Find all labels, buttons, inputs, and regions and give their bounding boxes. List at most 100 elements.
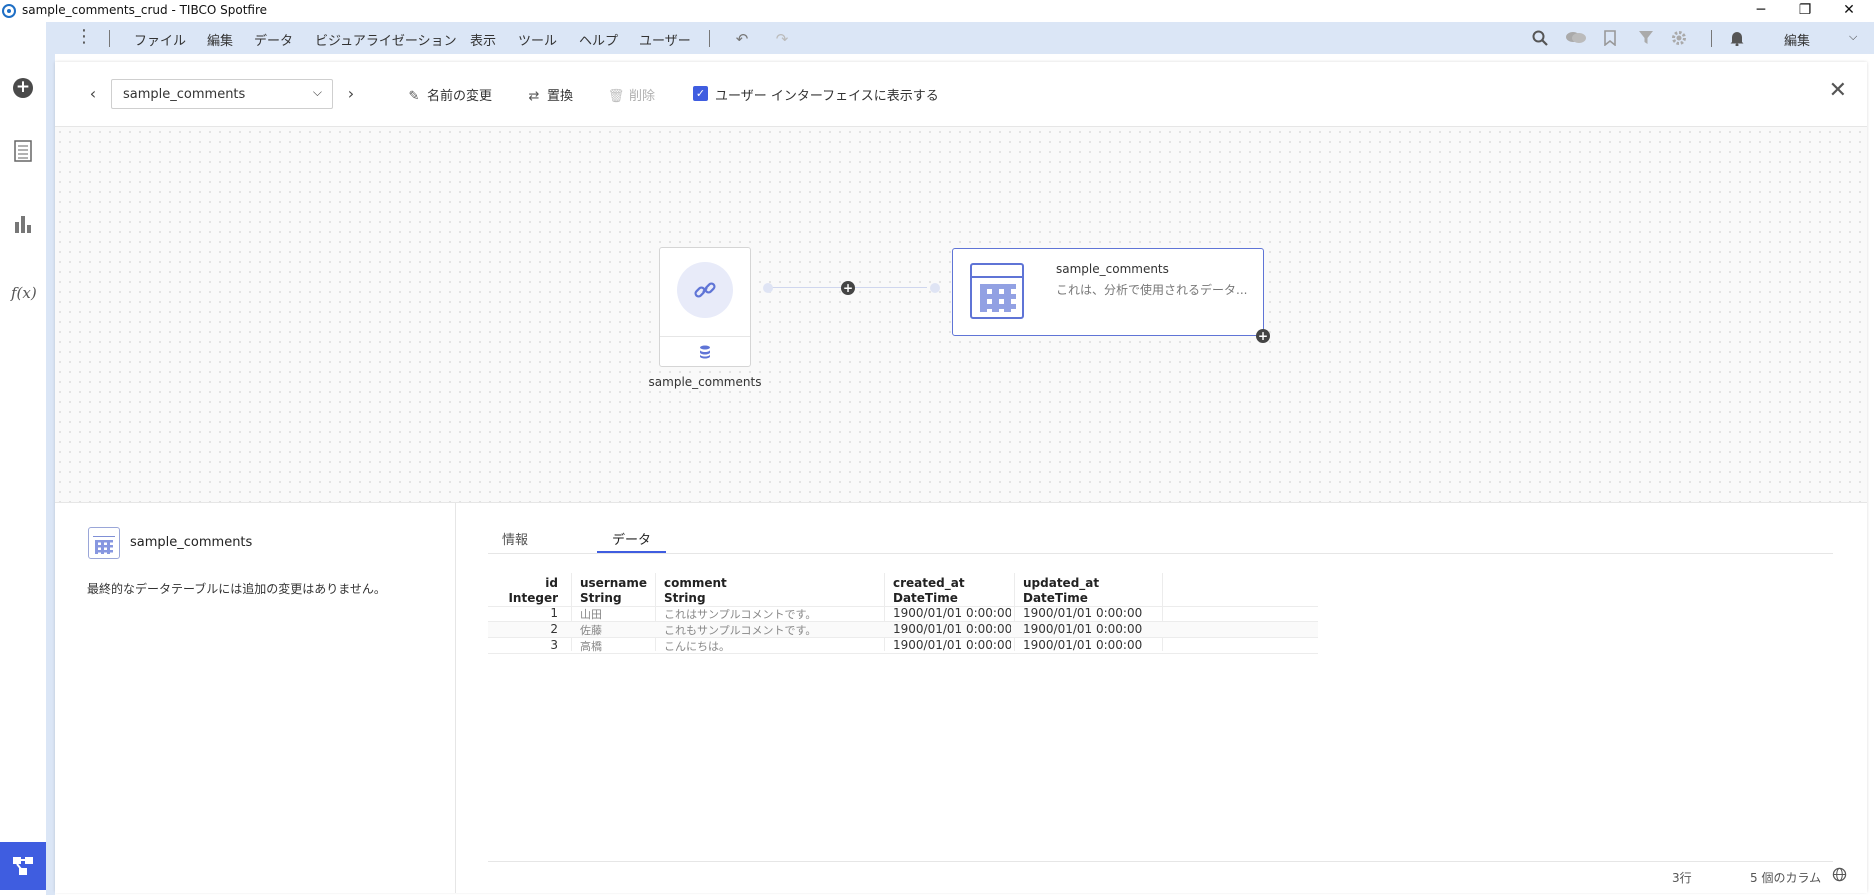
- visualization-bar-chart-icon[interactable]: [11, 212, 35, 236]
- menu-separator: [1711, 30, 1712, 47]
- add-step-icon[interactable]: +: [1256, 329, 1270, 343]
- table-cell: 1900/01/01 0:00:00: [893, 606, 1011, 620]
- insert-transform-icon[interactable]: +: [841, 281, 855, 295]
- left-rail: + f(x): [0, 22, 46, 895]
- table-cell: 1900/01/01 0:00:00: [893, 638, 1011, 652]
- replace-label: 置換: [547, 89, 574, 104]
- column-type: Integer: [508, 591, 558, 605]
- rail-edge: [46, 22, 55, 895]
- spotfire-logo-icon: [2, 4, 16, 18]
- menu-visualization[interactable]: ビジュアライゼーション: [315, 30, 457, 49]
- connector-dot: [930, 283, 940, 293]
- data-canvas-panel: ‹ sample_comments ⌵ › ✎ 名前の変更 ⇄ 置換 🗑 削除 ✓ ユ…: [55, 62, 1867, 893]
- result-node-description: これは、分析で使用されるデータ...: [1056, 283, 1248, 297]
- source-node[interactable]: [659, 247, 751, 367]
- table-cell: 3: [550, 638, 558, 652]
- result-node-name: sample_comments: [1056, 262, 1169, 276]
- info-message: 最終的なデータテーブルには追加の変更はありません。: [87, 582, 386, 596]
- trash-icon: 🗑: [607, 89, 625, 104]
- menu-tools[interactable]: ツール: [518, 30, 557, 49]
- table-cell: 1900/01/01 0:00:00: [1023, 622, 1143, 636]
- data-canvas-button[interactable]: [0, 842, 46, 890]
- details-tabs: 情報 データ: [488, 517, 1833, 554]
- menu-help[interactable]: ヘルプ: [579, 30, 618, 49]
- close-window-button[interactable]: ✕: [1826, 0, 1872, 22]
- data-table-icon: [88, 527, 120, 559]
- search-icon[interactable]: [1531, 30, 1549, 48]
- swap-icon: ⇄: [528, 89, 540, 104]
- source-node-label: sample_comments: [648, 375, 762, 389]
- pencil-icon: ✎: [408, 89, 420, 104]
- rename-label: 名前の変更: [427, 89, 493, 104]
- column-count: 5 個のカラム: [1750, 871, 1822, 885]
- table-row[interactable]: 3 高橋 こんにちは。 1900/01/01 0:00:00 1900/01/0…: [488, 638, 1318, 653]
- globe-icon[interactable]: [1832, 867, 1847, 886]
- column-name-row: id username comment created_at updated_a…: [488, 576, 1318, 591]
- data-flow-icon: [13, 857, 33, 875]
- connector-dot: [763, 283, 773, 293]
- menu-separator: [709, 30, 710, 47]
- table-cell: 1: [550, 606, 558, 620]
- fx-icon[interactable]: f(x): [11, 284, 37, 308]
- tab-info[interactable]: 情報: [502, 529, 528, 548]
- column-header[interactable]: id: [488, 576, 558, 591]
- table-cell: 1900/01/01 0:00:00: [1023, 606, 1143, 620]
- table-cell: 高橋: [580, 640, 602, 653]
- close-panel-icon[interactable]: ✕: [1829, 78, 1847, 103]
- table-select[interactable]: sample_comments ⌵: [111, 79, 333, 109]
- column-header[interactable]: username: [580, 576, 650, 591]
- chevron-down-icon: ⌵: [1849, 30, 1858, 43]
- delete-button[interactable]: 🗑 削除: [607, 85, 655, 104]
- bookmark-icon[interactable]: [1601, 30, 1619, 48]
- column-type: String: [664, 591, 706, 605]
- redo-icon[interactable]: ↷: [773, 30, 791, 48]
- table-row[interactable]: 2 佐藤 これもサンプルコメントです。 1900/01/01 0:00:00 1…: [488, 622, 1318, 637]
- column-header[interactable]: created_at: [893, 576, 1011, 591]
- menu-data[interactable]: データ: [254, 30, 293, 49]
- data-flow-canvas[interactable]: sample_comments + sample_comments これは、分析…: [55, 127, 1867, 502]
- chevron-down-icon: ⌵: [312, 85, 322, 99]
- column-header[interactable]: updated_at: [1023, 576, 1158, 591]
- row-count: 3行: [1672, 871, 1692, 885]
- info-table-name: sample_comments: [130, 535, 253, 550]
- gear-icon[interactable]: [1670, 30, 1688, 48]
- window-title: sample_comments_crud - TIBCO Spotfire: [22, 3, 268, 17]
- table-cell: 1900/01/01 0:00:00: [1023, 638, 1143, 652]
- comments-icon[interactable]: [1565, 30, 1586, 48]
- table-cell: 佐藤: [580, 624, 602, 637]
- delete-label: 削除: [629, 89, 656, 104]
- table-cell: 1900/01/01 0:00:00: [893, 622, 1011, 636]
- previous-table-button[interactable]: ‹: [86, 84, 100, 103]
- column-type-row: Integer String String DateTime DateTime: [488, 591, 1318, 606]
- menu-separator: [109, 30, 110, 47]
- active-tab-indicator: [597, 551, 666, 553]
- database-icon: [660, 336, 750, 367]
- replace-button[interactable]: ⇄ 置換: [525, 85, 573, 104]
- rename-button[interactable]: ✎ 名前の変更: [405, 85, 492, 104]
- column-header[interactable]: comment: [664, 576, 874, 591]
- menu-view[interactable]: 表示: [470, 30, 496, 49]
- filter-icon[interactable]: [1637, 30, 1655, 48]
- menu-user[interactable]: ユーザー: [639, 30, 691, 49]
- table-row[interactable]: 1 山田 これはサンプルコメントです。 1900/01/01 0:00:00 1…: [488, 606, 1318, 621]
- tab-data[interactable]: データ: [612, 529, 651, 548]
- restore-button[interactable]: ❐: [1782, 0, 1828, 22]
- show-in-ui-checkbox[interactable]: ✓: [693, 86, 708, 101]
- table-info-pane: sample_comments 最終的なデータテーブルには追加の変更はありません…: [55, 503, 456, 893]
- add-data-icon[interactable]: +: [13, 78, 33, 98]
- table-select-value: sample_comments: [123, 87, 246, 102]
- kebab-menu-icon[interactable]: ⋮: [75, 28, 93, 46]
- result-table-node[interactable]: sample_comments これは、分析で使用されるデータ...: [952, 248, 1264, 336]
- bell-icon[interactable]: [1728, 30, 1746, 48]
- footer-divider: [488, 861, 1833, 862]
- data-panel-icon[interactable]: [11, 140, 35, 164]
- details-area: sample_comments 最終的なデータテーブルには追加の変更はありません…: [55, 502, 1867, 893]
- mode-select[interactable]: 編集 ⌵: [1764, 27, 1868, 49]
- undo-icon[interactable]: ↶: [733, 30, 751, 48]
- minimize-button[interactable]: ─: [1738, 0, 1784, 22]
- table-cell: 2: [550, 622, 558, 636]
- mode-select-value: 編集: [1784, 34, 1811, 49]
- menu-edit[interactable]: 編集: [207, 30, 233, 49]
- menu-file[interactable]: ファイル: [134, 30, 186, 49]
- next-table-button[interactable]: ›: [344, 84, 358, 103]
